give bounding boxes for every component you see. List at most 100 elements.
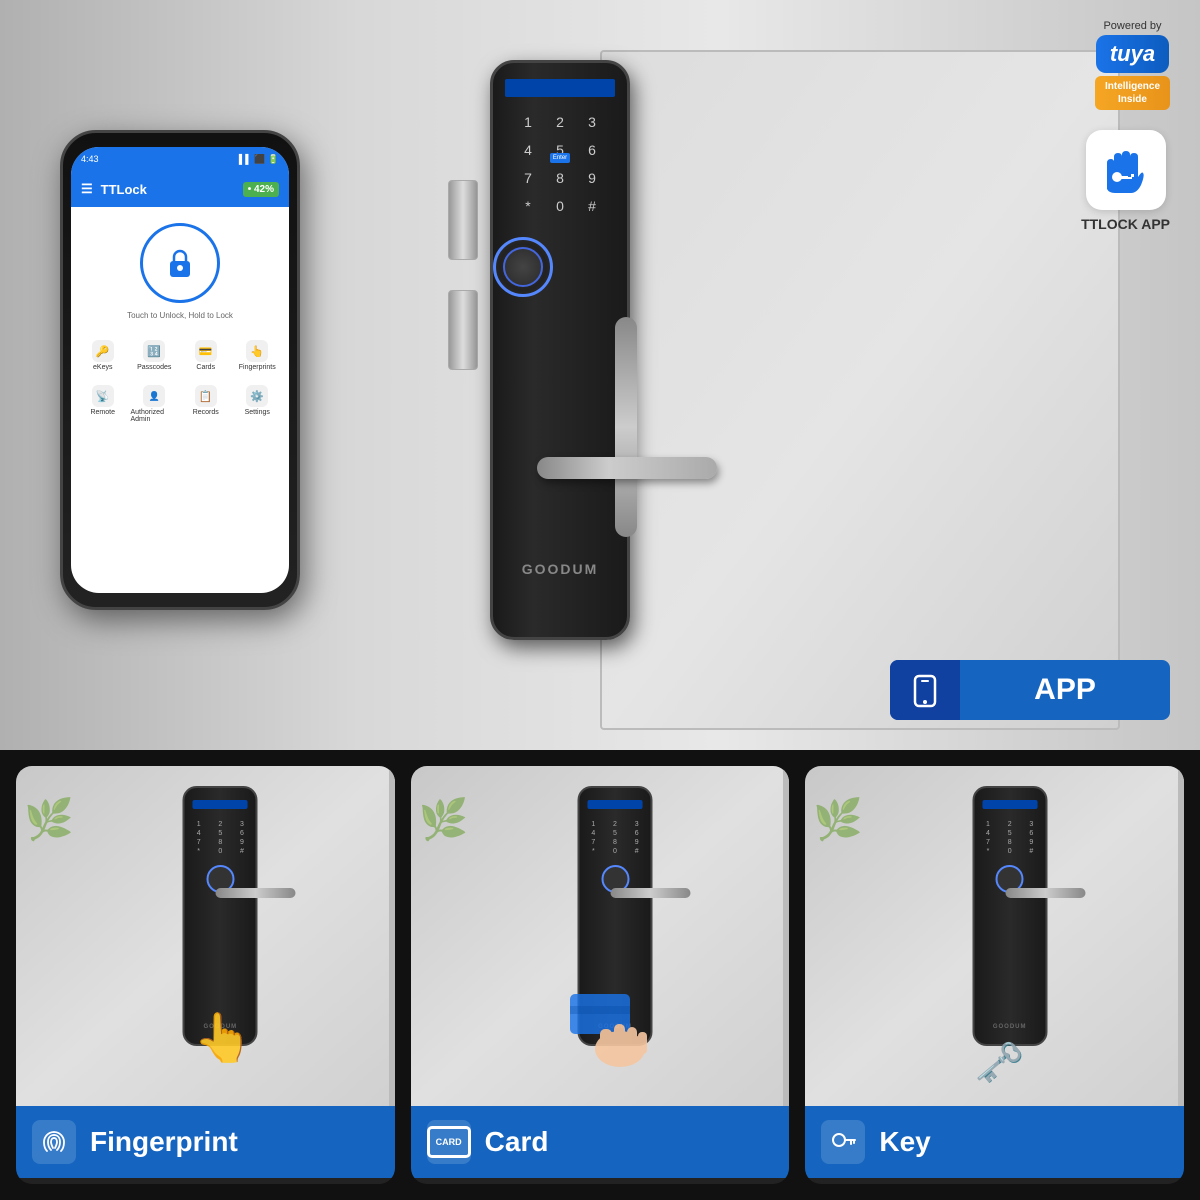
door-hardware [448, 180, 478, 370]
app-button[interactable]: APP [890, 660, 1170, 720]
plant-icon: 🌿 [24, 796, 74, 843]
ttlock-icon-box [1086, 130, 1166, 210]
key-label: Key [879, 1126, 930, 1158]
key-room-bg: 🌿 123 456 789 *0# GOODUM 🗝️ [805, 766, 1184, 1106]
lock-device: 1 2 3 4 5 Enter 6 7 8 9 * 0 # [490, 60, 650, 680]
mini-handle-card [611, 888, 691, 898]
key-icon [829, 1128, 857, 1156]
phone-header: ☰ TTLock • 42% [71, 171, 289, 207]
card-icon-circle: CARD [427, 1120, 471, 1164]
tuya-badge: Powered by tuya Intelligence Inside [1095, 20, 1170, 110]
fingerprint-room-bg: 🌿 123 456 789 *0# GOODUM 👆 [16, 766, 395, 1106]
bottom-section: 🌿 123 456 789 *0# GOODUM 👆 [0, 750, 1200, 1200]
mini-lock-key: 123 456 789 *0# GOODUM [972, 786, 1047, 1046]
feature-card-fingerprint: 🌿 123 456 789 *0# GOODUM 👆 [16, 766, 395, 1184]
phone-time: 4:43 [81, 154, 99, 164]
fingerprint-reader [493, 237, 553, 297]
top-section: 4:43 ▌▌ ⬛ 🔋 ☰ TTLock • 42% [0, 0, 1200, 750]
key-0: 0 [547, 195, 573, 217]
mini-keypad-key: 123 456 789 *0# [974, 817, 1045, 859]
phone-screen: 4:43 ▌▌ ⬛ 🔋 ☰ TTLock • 42% [71, 147, 289, 593]
keypad: 1 2 3 4 5 Enter 6 7 8 9 * 0 # [499, 111, 621, 217]
mini-handle [216, 888, 296, 898]
mini-keypad: 123 456 789 *0# [185, 817, 256, 859]
mini-keypad-card: 123 456 789 *0# [580, 817, 651, 859]
feature-card-card: 🌿 123 456 789 *0# GOODUM [411, 766, 790, 1184]
ttlock-app-icon [1097, 141, 1155, 199]
door-frame-card [783, 766, 789, 1106]
phone-signals: ▌▌ ⬛ 🔋 [239, 154, 279, 165]
brand-label: GOODUM [522, 561, 599, 577]
key-5: 5 Enter [547, 139, 573, 161]
phone-menu-admin: 👤Authorized Admin [131, 385, 179, 423]
feature-card-key: 🌿 123 456 789 *0# GOODUM 🗝️ [805, 766, 1184, 1184]
phone-menu-grid: 🔑eKeys 🔢Passcodes 💳Cards 👆Fingerprints [71, 340, 289, 379]
fingerprint-image-area: 🌿 123 456 789 *0# GOODUM 👆 [16, 766, 395, 1106]
card-label: Card [485, 1126, 549, 1158]
plant-icon-key: 🌿 [813, 796, 863, 843]
phone-lock-icon [162, 245, 198, 281]
phone-lock-area: Touch to Unlock, Hold to Lock [71, 207, 289, 340]
finger-emoji: 👆 [193, 1009, 253, 1066]
key-image-area: 🌿 123 456 789 *0# GOODUM 🗝️ [805, 766, 1184, 1106]
tuya-logo: tuya [1096, 35, 1169, 73]
card-icon-box: CARD [427, 1126, 471, 1158]
mini-brand-key: GOODUM [993, 1024, 1027, 1030]
fingerprint-icon [40, 1128, 68, 1156]
fingerprint-label: Fingerprint [90, 1126, 238, 1158]
key-hand-emoji: 🗝️ [975, 1039, 1025, 1086]
key-6: 6 [579, 139, 605, 161]
phone-touch-text: Touch to Unlock, Hold to Lock [127, 311, 233, 320]
card-label-bar: CARD Card [411, 1106, 790, 1178]
phone-lock-circle [140, 223, 220, 303]
phone-menu-remote: 📡Remote [79, 385, 127, 423]
ttlock-label: TTLOCK APP [1081, 216, 1170, 232]
key-hash: # [579, 195, 605, 217]
fingerprint-label-bar: Fingerprint [16, 1106, 395, 1178]
phone-menu2: 📡Remote 👤Authorized Admin 📋Records ⚙️Set… [71, 385, 289, 423]
key-1: 1 [515, 111, 541, 133]
key-3: 3 [579, 111, 605, 133]
card-room-bg: 🌿 123 456 789 *0# GOODUM [411, 766, 790, 1106]
lock-body: 1 2 3 4 5 Enter 6 7 8 9 * 0 # [490, 60, 630, 640]
hinge-bottom [448, 290, 478, 370]
phone-body: 4:43 ▌▌ ⬛ 🔋 ☰ TTLock • 42% [60, 130, 300, 610]
door-frame-key [1178, 766, 1184, 1106]
phone-container: 4:43 ▌▌ ⬛ 🔋 ☰ TTLock • 42% [60, 130, 340, 630]
key-7: 7 [515, 167, 541, 189]
ttlock-badge: TTLOCK APP [1081, 130, 1170, 232]
phone-menu-cards: 💳Cards [182, 340, 230, 371]
hinge-top [448, 180, 478, 260]
card-hand-emoji [560, 974, 660, 1086]
key-label-bar: Key [805, 1106, 1184, 1178]
phone-menu-settings: ⚙️Settings [234, 385, 282, 423]
key-9: 9 [579, 167, 605, 189]
key-star: * [515, 195, 541, 217]
phone-menu-fingerprints: 👆Fingerprints [234, 340, 282, 371]
mini-display-key [982, 800, 1037, 809]
card-svg [560, 974, 660, 1074]
app-phone-icon [907, 672, 943, 708]
intelligence-badge: Intelligence Inside [1095, 76, 1170, 110]
mini-display [193, 800, 248, 809]
door-handle-vertical [615, 317, 637, 537]
fingerprint-area [493, 217, 627, 297]
phone-menu-ekeys: 🔑eKeys [79, 340, 127, 371]
key-8: 8 [547, 167, 573, 189]
phone-status-bar: 4:43 ▌▌ ⬛ 🔋 [71, 147, 289, 171]
mini-lock-fp: 123 456 789 *0# GOODUM [183, 786, 258, 1046]
mini-display-card [588, 800, 643, 809]
plant-icon-card: 🌿 [419, 796, 469, 843]
key-icon-circle [821, 1120, 865, 1164]
phone-menu-passcodes: 🔢Passcodes [131, 340, 179, 371]
app-label: APP [960, 673, 1170, 707]
key-2: 2 [547, 111, 573, 133]
door-frame [389, 766, 395, 1106]
app-icon-box [890, 660, 960, 720]
fp-inner [503, 247, 543, 287]
key-4: 4 [515, 139, 541, 161]
door-panel [600, 50, 1120, 730]
powered-by-text: Powered by [1103, 20, 1161, 32]
card-image-area: 🌿 123 456 789 *0# GOODUM [411, 766, 790, 1106]
door-handle-horizontal [537, 457, 717, 479]
